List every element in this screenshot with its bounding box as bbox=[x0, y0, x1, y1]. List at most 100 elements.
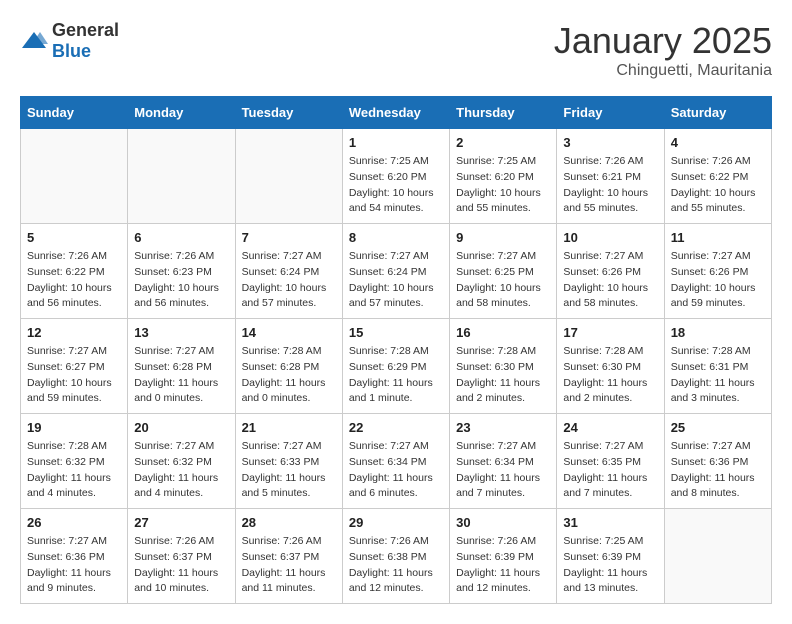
day-info: Sunrise: 7:27 AM Sunset: 6:32 PM Dayligh… bbox=[134, 439, 228, 502]
day-number: 27 bbox=[134, 515, 228, 530]
day-info: Sunrise: 7:27 AM Sunset: 6:36 PM Dayligh… bbox=[671, 439, 765, 502]
calendar-cell: 11Sunrise: 7:27 AM Sunset: 6:26 PM Dayli… bbox=[664, 224, 771, 319]
day-number: 9 bbox=[456, 230, 550, 245]
day-number: 16 bbox=[456, 325, 550, 340]
calendar-cell: 1 Sunrise: 7:25 AM Sunset: 6:20 PM Daylig… bbox=[342, 129, 449, 224]
calendar-cell: 7 Sunrise: 7:27 AM Sunset: 6:24 PM Daylig… bbox=[235, 224, 342, 319]
day-info: Sunrise: 7:27 AM Sunset: 6:28 PM Dayligh… bbox=[134, 344, 228, 407]
day-info: Sunrise: 7:27 AM Sunset: 6:26 PM Dayligh… bbox=[563, 249, 657, 312]
weekday-header: Sunday bbox=[21, 97, 128, 129]
calendar-cell: 16 Sunrise: 7:28 AM Sunset: 6:30 PM Dayli… bbox=[450, 319, 557, 414]
calendar-cell bbox=[21, 129, 128, 224]
day-number: 19 bbox=[27, 420, 121, 435]
weekday-header: Wednesday bbox=[342, 97, 449, 129]
day-number: 30 bbox=[456, 515, 550, 530]
logo: General Blue bbox=[20, 20, 119, 62]
calendar-week-row: 26 Sunrise: 7:27 AM Sunset: 6:36 PM Dayli… bbox=[21, 509, 772, 604]
calendar-cell: 30 Sunrise: 7:26 AM Sunset: 6:39 PM Dayli… bbox=[450, 509, 557, 604]
day-info: Sunrise: 7:28 AM Sunset: 6:32 PM Dayligh… bbox=[27, 439, 121, 502]
calendar-cell: 22Sunrise: 7:27 AM Sunset: 6:34 PM Dayli… bbox=[342, 414, 449, 509]
weekday-header: Thursday bbox=[450, 97, 557, 129]
title-area: January 2025 Chinguetti, Mauritania bbox=[554, 20, 772, 80]
day-number: 6 bbox=[134, 230, 228, 245]
calendar-week-row: 12 Sunrise: 7:27 AM Sunset: 6:27 PM Dayli… bbox=[21, 319, 772, 414]
month-title: January 2025 bbox=[554, 20, 772, 62]
day-number: 29 bbox=[349, 515, 443, 530]
day-number: 7 bbox=[242, 230, 336, 245]
day-number: 1 bbox=[349, 135, 443, 150]
calendar-cell: 19 Sunrise: 7:28 AM Sunset: 6:32 PM Dayli… bbox=[21, 414, 128, 509]
day-number: 12 bbox=[27, 325, 121, 340]
weekday-header: Monday bbox=[128, 97, 235, 129]
calendar-week-row: 19 Sunrise: 7:28 AM Sunset: 6:32 PM Dayli… bbox=[21, 414, 772, 509]
calendar-table: SundayMondayTuesdayWednesdayThursdayFrid… bbox=[20, 96, 772, 604]
calendar-cell: 12 Sunrise: 7:27 AM Sunset: 6:27 PM Dayli… bbox=[21, 319, 128, 414]
day-number: 24 bbox=[563, 420, 657, 435]
calendar-cell: 25 Sunrise: 7:27 AM Sunset: 6:36 PM Dayli… bbox=[664, 414, 771, 509]
location: Chinguetti, Mauritania bbox=[554, 62, 772, 80]
calendar-cell bbox=[128, 129, 235, 224]
day-info: Sunrise: 7:26 AM Sunset: 6:38 PM Dayligh… bbox=[349, 534, 443, 597]
calendar-cell: 18Sunrise: 7:28 AM Sunset: 6:31 PM Dayli… bbox=[664, 319, 771, 414]
day-info: Sunrise: 7:27 AM Sunset: 6:36 PM Dayligh… bbox=[27, 534, 121, 597]
day-number: 4 bbox=[671, 135, 765, 150]
calendar-cell: 3 Sunrise: 7:26 AM Sunset: 6:21 PM Daylig… bbox=[557, 129, 664, 224]
logo-icon bbox=[20, 30, 48, 52]
logo-blue: Blue bbox=[52, 41, 91, 61]
day-info: Sunrise: 7:26 AM Sunset: 6:39 PM Dayligh… bbox=[456, 534, 550, 597]
day-number: 22 bbox=[349, 420, 443, 435]
weekday-header: Friday bbox=[557, 97, 664, 129]
day-number: 26 bbox=[27, 515, 121, 530]
calendar-cell: 5 Sunrise: 7:26 AM Sunset: 6:22 PM Daylig… bbox=[21, 224, 128, 319]
day-info: Sunrise: 7:26 AM Sunset: 6:37 PM Dayligh… bbox=[134, 534, 228, 597]
calendar-cell: 31Sunrise: 7:25 AM Sunset: 6:39 PM Dayli… bbox=[557, 509, 664, 604]
day-info: Sunrise: 7:26 AM Sunset: 6:23 PM Dayligh… bbox=[134, 249, 228, 312]
day-info: Sunrise: 7:27 AM Sunset: 6:27 PM Dayligh… bbox=[27, 344, 121, 407]
calendar-cell: 9 Sunrise: 7:27 AM Sunset: 6:25 PM Daylig… bbox=[450, 224, 557, 319]
calendar-cell: 24Sunrise: 7:27 AM Sunset: 6:35 PM Dayli… bbox=[557, 414, 664, 509]
calendar-cell: 6 Sunrise: 7:26 AM Sunset: 6:23 PM Daylig… bbox=[128, 224, 235, 319]
calendar-cell: 2 Sunrise: 7:25 AM Sunset: 6:20 PM Daylig… bbox=[450, 129, 557, 224]
day-info: Sunrise: 7:26 AM Sunset: 6:22 PM Dayligh… bbox=[671, 154, 765, 217]
day-info: Sunrise: 7:28 AM Sunset: 6:30 PM Dayligh… bbox=[563, 344, 657, 407]
calendar-cell: 28Sunrise: 7:26 AM Sunset: 6:37 PM Dayli… bbox=[235, 509, 342, 604]
day-info: Sunrise: 7:28 AM Sunset: 6:28 PM Dayligh… bbox=[242, 344, 336, 407]
day-number: 25 bbox=[671, 420, 765, 435]
calendar-cell: 15Sunrise: 7:28 AM Sunset: 6:29 PM Dayli… bbox=[342, 319, 449, 414]
weekday-header-row: SundayMondayTuesdayWednesdayThursdayFrid… bbox=[21, 97, 772, 129]
day-number: 2 bbox=[456, 135, 550, 150]
calendar-cell: 23 Sunrise: 7:27 AM Sunset: 6:34 PM Dayli… bbox=[450, 414, 557, 509]
calendar-cell: 10 Sunrise: 7:27 AM Sunset: 6:26 PM Dayli… bbox=[557, 224, 664, 319]
day-number: 10 bbox=[563, 230, 657, 245]
calendar-cell: 20 Sunrise: 7:27 AM Sunset: 6:32 PM Dayli… bbox=[128, 414, 235, 509]
calendar-cell: 8Sunrise: 7:27 AM Sunset: 6:24 PM Daylig… bbox=[342, 224, 449, 319]
day-info: Sunrise: 7:26 AM Sunset: 6:22 PM Dayligh… bbox=[27, 249, 121, 312]
day-info: Sunrise: 7:25 AM Sunset: 6:20 PM Dayligh… bbox=[349, 154, 443, 217]
calendar-cell: 21Sunrise: 7:27 AM Sunset: 6:33 PM Dayli… bbox=[235, 414, 342, 509]
page-header: General Blue January 2025 Chinguetti, Ma… bbox=[20, 20, 772, 80]
day-info: Sunrise: 7:27 AM Sunset: 6:25 PM Dayligh… bbox=[456, 249, 550, 312]
calendar-week-row: 5 Sunrise: 7:26 AM Sunset: 6:22 PM Daylig… bbox=[21, 224, 772, 319]
calendar-cell: 14Sunrise: 7:28 AM Sunset: 6:28 PM Dayli… bbox=[235, 319, 342, 414]
day-number: 5 bbox=[27, 230, 121, 245]
calendar-cell: 17 Sunrise: 7:28 AM Sunset: 6:30 PM Dayli… bbox=[557, 319, 664, 414]
day-number: 8 bbox=[349, 230, 443, 245]
calendar-cell: 29 Sunrise: 7:26 AM Sunset: 6:38 PM Dayli… bbox=[342, 509, 449, 604]
day-info: Sunrise: 7:27 AM Sunset: 6:34 PM Dayligh… bbox=[456, 439, 550, 502]
day-info: Sunrise: 7:27 AM Sunset: 6:26 PM Dayligh… bbox=[671, 249, 765, 312]
day-number: 21 bbox=[242, 420, 336, 435]
day-number: 3 bbox=[563, 135, 657, 150]
day-number: 23 bbox=[456, 420, 550, 435]
day-info: Sunrise: 7:27 AM Sunset: 6:24 PM Dayligh… bbox=[242, 249, 336, 312]
day-number: 18 bbox=[671, 325, 765, 340]
day-info: Sunrise: 7:28 AM Sunset: 6:30 PM Dayligh… bbox=[456, 344, 550, 407]
day-number: 20 bbox=[134, 420, 228, 435]
day-info: Sunrise: 7:26 AM Sunset: 6:21 PM Dayligh… bbox=[563, 154, 657, 217]
calendar-cell: 13 Sunrise: 7:27 AM Sunset: 6:28 PM Dayli… bbox=[128, 319, 235, 414]
calendar-cell: 27 Sunrise: 7:26 AM Sunset: 6:37 PM Dayli… bbox=[128, 509, 235, 604]
day-info: Sunrise: 7:25 AM Sunset: 6:20 PM Dayligh… bbox=[456, 154, 550, 217]
day-number: 13 bbox=[134, 325, 228, 340]
logo-general: General bbox=[52, 20, 119, 40]
day-number: 17 bbox=[563, 325, 657, 340]
calendar-cell bbox=[664, 509, 771, 604]
